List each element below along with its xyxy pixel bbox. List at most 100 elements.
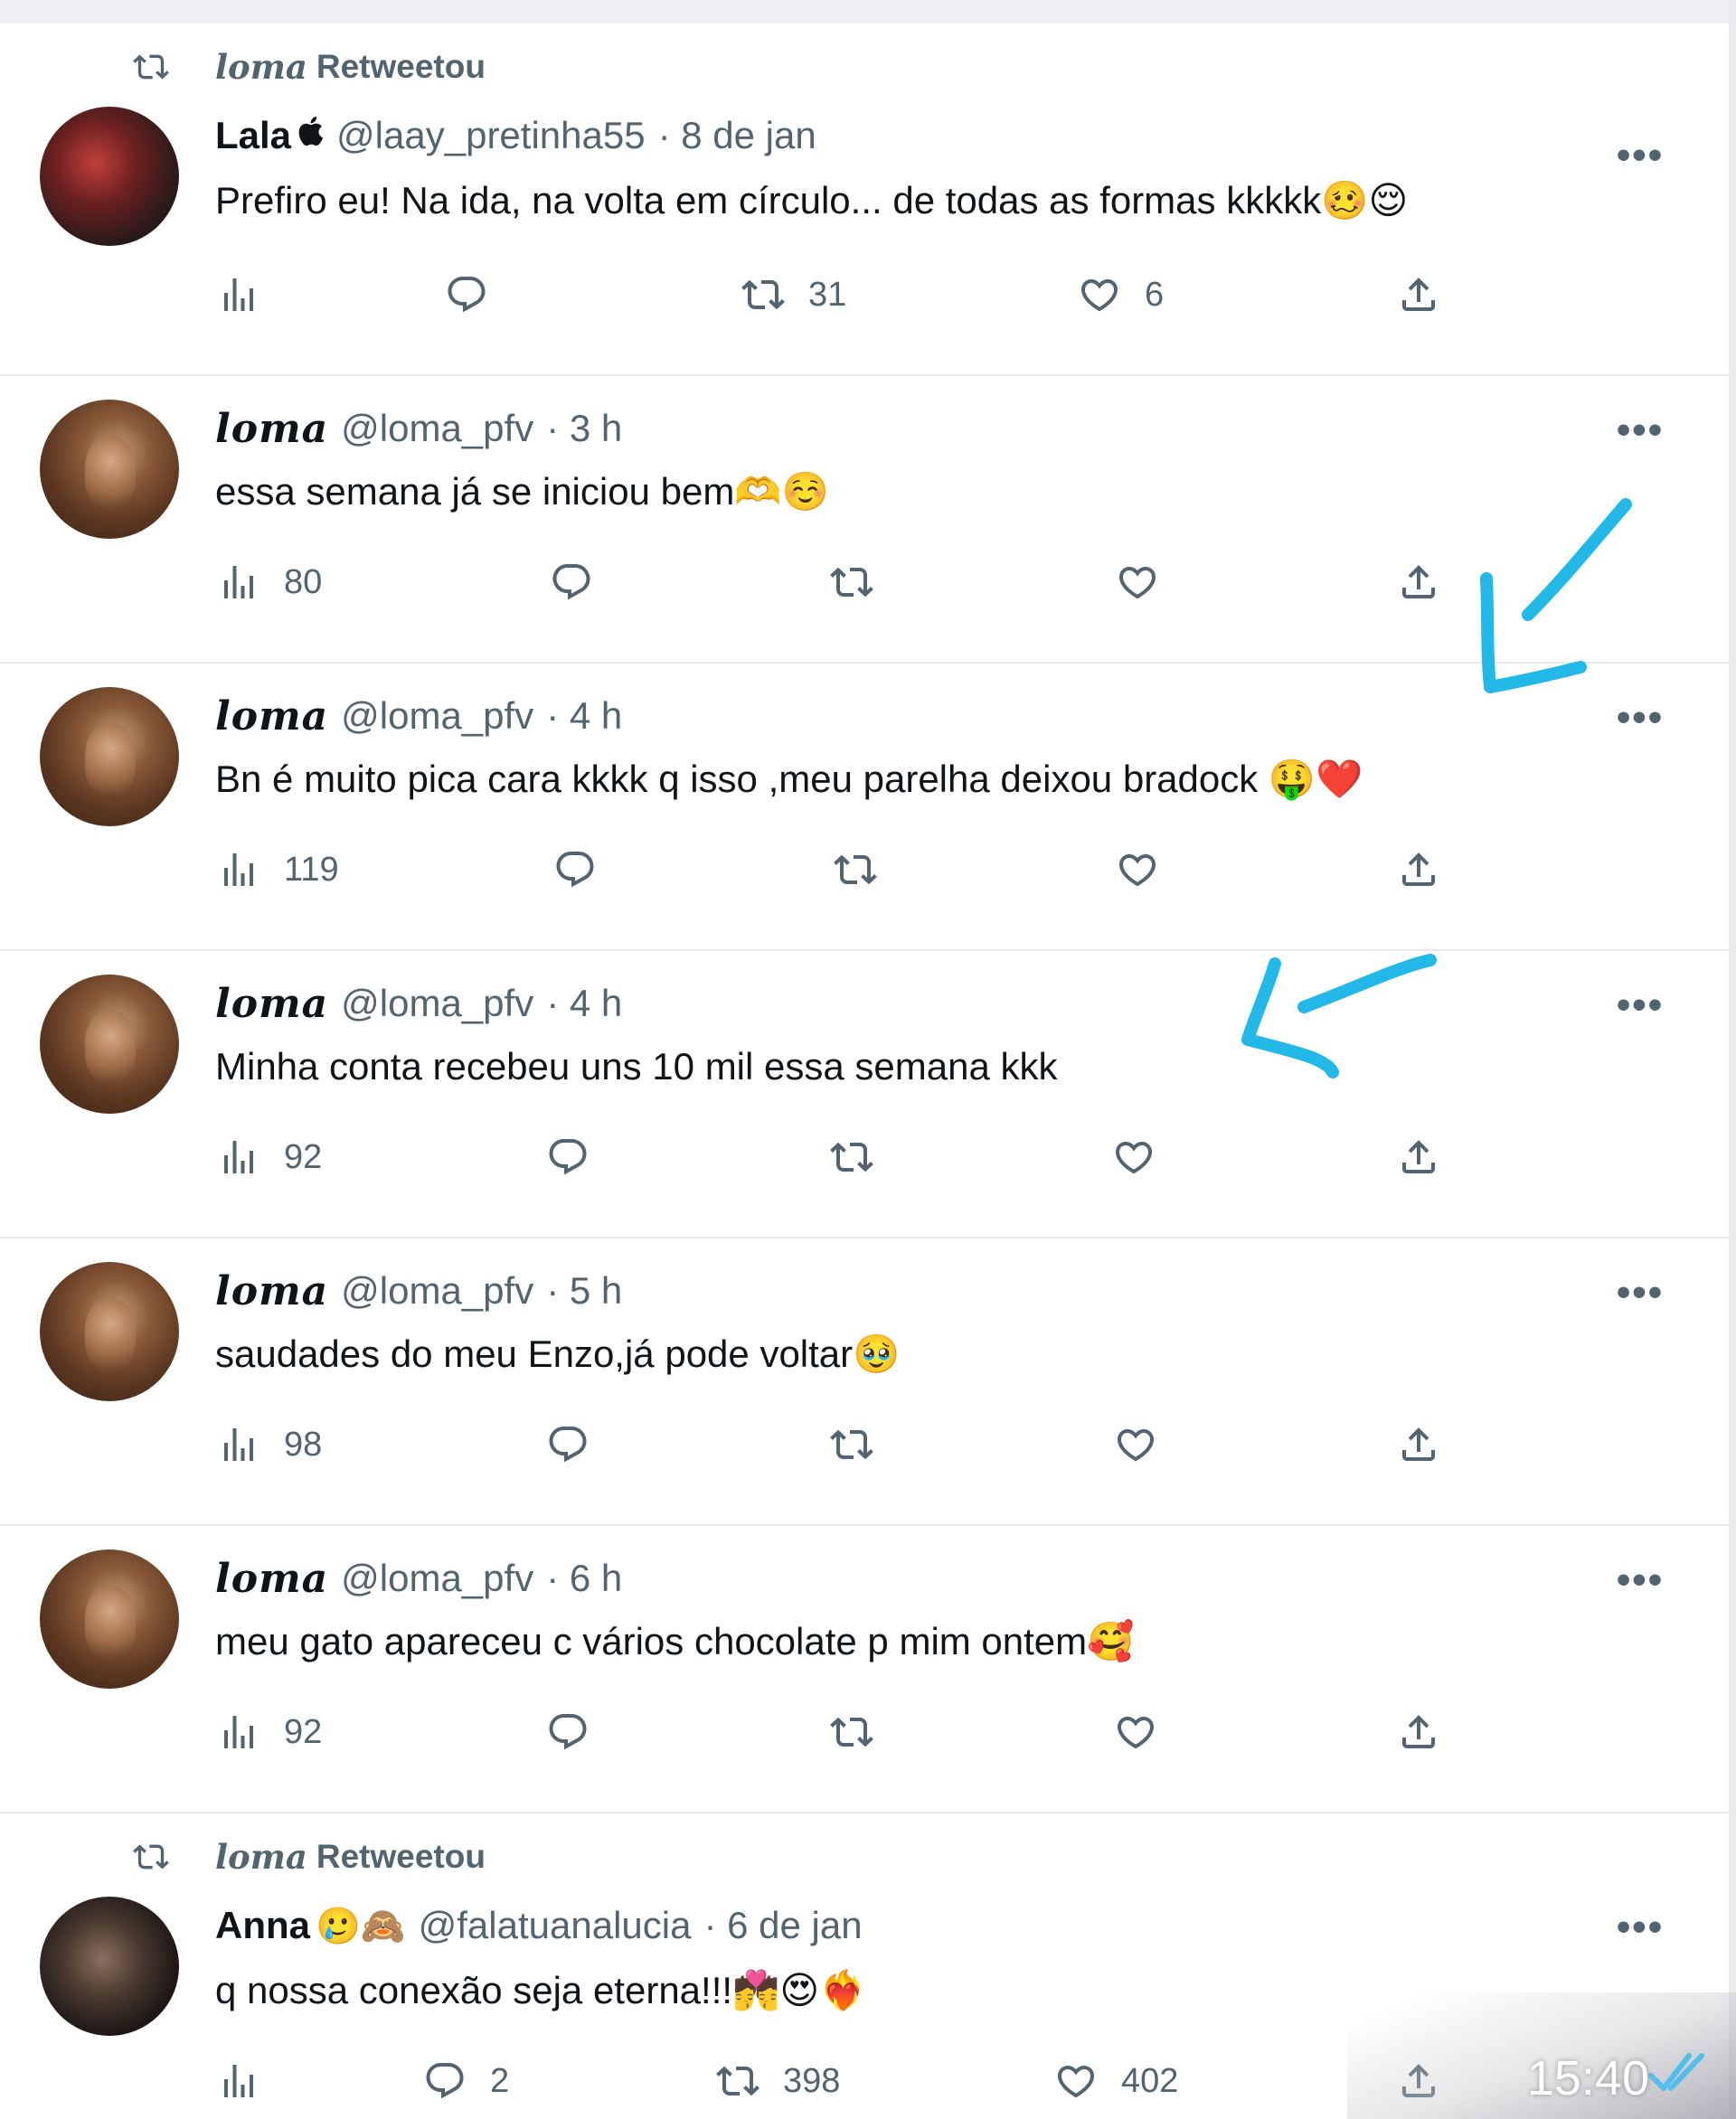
share-upload-icon [1402, 278, 1435, 311]
handle[interactable]: @loma_pfv [341, 1269, 533, 1313]
like-button[interactable]: 402 [1054, 2054, 1178, 2108]
retweet-button[interactable]: 398 [716, 2054, 840, 2108]
like-count: 402 [1121, 2061, 1179, 2100]
bar-chart-icon [224, 2065, 253, 2097]
avatar[interactable] [40, 687, 179, 826]
more-options-button[interactable]: ••• [1613, 1558, 1667, 1602]
reply-button[interactable]: 2 [423, 2054, 509, 2108]
handle[interactable]: @loma_pfv [341, 694, 533, 738]
share-button[interactable] [1397, 555, 1440, 609]
avatar[interactable] [40, 1549, 179, 1689]
tweet-header: Anna 🥲🙈 @falatuanalucia · 6 de jan [215, 1900, 863, 1951]
timestamp[interactable]: · 5 h [546, 1269, 622, 1313]
heart-icon [1118, 854, 1156, 887]
like-button[interactable] [1114, 1417, 1157, 1472]
like-button[interactable] [1112, 1130, 1156, 1184]
display-name[interactable]: loma [215, 406, 328, 452]
double-check-icon [1648, 2053, 1704, 2091]
views-button[interactable] [217, 2054, 260, 2108]
retweet-icon [830, 1142, 873, 1173]
more-options-button[interactable]: ••• [1613, 1270, 1667, 1314]
retweet-icon [834, 854, 877, 885]
display-name[interactable]: loma [215, 1556, 328, 1602]
retweet-context: loma Retweetou [128, 1837, 486, 1877]
retweet-button[interactable] [830, 1130, 873, 1184]
timestamp[interactable]: · 3 h [546, 407, 622, 450]
share-button[interactable] [1397, 268, 1440, 322]
avatar[interactable] [40, 975, 179, 1114]
display-name[interactable]: Anna [215, 1904, 310, 1947]
tweet-card[interactable]: loma @loma_pfv · 4 h ••• Bn é muito pica… [0, 664, 1729, 951]
share-button[interactable] [1397, 1705, 1440, 1759]
timestamp[interactable]: · 4 h [546, 694, 622, 738]
reply-button[interactable] [550, 555, 593, 609]
more-options-button[interactable]: ••• [1613, 408, 1667, 452]
display-name[interactable]: Lala [215, 114, 291, 157]
avatar[interactable] [40, 400, 179, 539]
tweet-card[interactable]: loma @loma_pfv · 5 h ••• saudades do meu… [0, 1238, 1729, 1526]
more-options-button[interactable]: ••• [1613, 983, 1667, 1027]
views-button[interactable]: 92 [217, 1705, 322, 1759]
avatar[interactable] [40, 107, 179, 246]
tweet-card[interactable]: loma Retweetou Lala @laay_pretinha55 · 8… [0, 24, 1729, 376]
timestamp[interactable]: · 6 de jan [703, 1904, 862, 1947]
retweet-icon [133, 54, 169, 80]
share-upload-icon [1402, 565, 1435, 598]
tweet-header: Lala @laay_pretinha55 · 8 de jan [215, 110, 816, 161]
tweet-card[interactable]: loma @loma_pfv · 6 h ••• meu gato aparec… [0, 1526, 1729, 1813]
share-upload-icon [1402, 1140, 1435, 1173]
timestamp[interactable]: · 8 de jan [658, 114, 816, 157]
speech-bubble-icon [448, 277, 486, 313]
tweet-text: saudades do meu Enzo,já pode voltar🥹 [215, 1332, 901, 1375]
more-options-button[interactable]: ••• [1613, 133, 1667, 177]
share-button[interactable] [1397, 843, 1440, 897]
share-button[interactable] [1397, 1130, 1440, 1184]
retweeter-name[interactable]: loma [215, 1837, 307, 1877]
retweet-button[interactable] [830, 555, 873, 609]
timestamp[interactable]: · 4 h [546, 982, 622, 1025]
reply-button[interactable] [546, 1705, 590, 1759]
reply-button[interactable] [546, 1417, 590, 1472]
reply-button[interactable] [553, 843, 597, 897]
display-name[interactable]: loma [215, 693, 328, 739]
reply-button[interactable] [546, 1130, 590, 1184]
handle[interactable]: @laay_pretinha55 [336, 114, 646, 157]
views-button[interactable]: 80 [217, 555, 322, 609]
display-name[interactable]: loma [215, 981, 328, 1027]
retweet-count: 31 [808, 275, 847, 314]
display-name[interactable]: loma [215, 1268, 328, 1314]
tweet-timeline[interactable]: loma Retweetou Lala @laay_pretinha55 · 8… [0, 24, 1729, 2119]
like-button[interactable] [1116, 843, 1159, 897]
retweet-button[interactable] [834, 843, 877, 897]
retweet-icon [716, 2066, 760, 2096]
timestamp[interactable]: · 6 h [546, 1557, 622, 1600]
share-button[interactable] [1397, 1417, 1440, 1472]
like-button[interactable] [1116, 555, 1159, 609]
speech-bubble-icon [556, 852, 594, 888]
handle[interactable]: @falatuanalucia [419, 1904, 692, 1947]
like-button[interactable]: 6 [1078, 268, 1164, 322]
views-button[interactable]: 92 [217, 1130, 322, 1184]
reply-button[interactable] [445, 268, 488, 322]
retweet-button[interactable]: 31 [741, 268, 846, 322]
views-button[interactable]: 98 [217, 1417, 322, 1472]
bar-chart-icon [224, 566, 253, 598]
like-button[interactable] [1114, 1705, 1157, 1759]
retweet-button[interactable] [830, 1417, 873, 1472]
bar-chart-icon [224, 1428, 253, 1461]
more-options-button[interactable]: ••• [1613, 695, 1667, 739]
retweet-button[interactable] [830, 1705, 873, 1759]
handle[interactable]: @loma_pfv [341, 982, 533, 1025]
avatar[interactable] [40, 1262, 179, 1401]
handle[interactable]: @loma_pfv [341, 407, 533, 450]
views-button[interactable]: 119 [217, 843, 339, 897]
avatar[interactable] [40, 1897, 179, 2036]
handle[interactable]: @loma_pfv [341, 1557, 533, 1600]
bar-chart-icon [224, 278, 253, 311]
tweet-card[interactable]: loma @loma_pfv · 4 h ••• Minha conta rec… [0, 951, 1729, 1238]
right-scroll-edge [1729, 0, 1736, 2119]
retweeter-name[interactable]: loma [215, 47, 307, 87]
message-time: 15:40 [1526, 2051, 1649, 2105]
views-button[interactable] [217, 268, 260, 322]
more-options-button[interactable]: ••• [1613, 1905, 1667, 1949]
